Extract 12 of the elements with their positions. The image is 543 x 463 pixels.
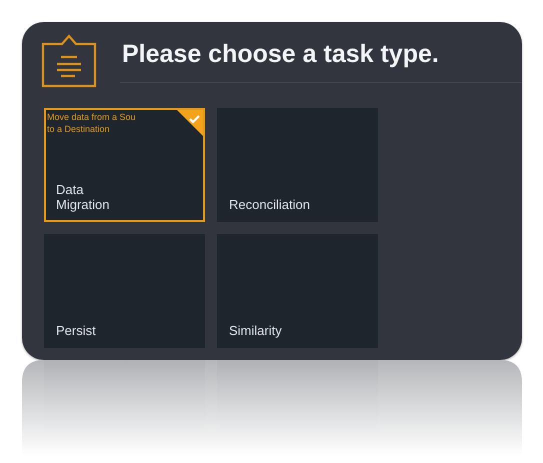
task-tile[interactable]: Move data from a Sou to a Destination Data Migration <box>44 108 205 222</box>
task-tile[interactable]: Similarity <box>217 234 378 348</box>
task-tile[interactable]: Persist <box>44 234 205 348</box>
task-label: Reconciliation <box>229 197 311 212</box>
clipboard-icon <box>40 32 98 88</box>
task-label: Similarity <box>229 323 283 338</box>
task-description: Move data from a Sou to a Destination <box>47 111 136 135</box>
task-tile[interactable]: Reconciliation <box>217 108 378 222</box>
check-icon <box>177 110 203 136</box>
task-label: Persist <box>56 323 97 338</box>
task-label: Data Migration <box>56 182 110 212</box>
page-title: Please choose a task type. <box>120 32 522 83</box>
